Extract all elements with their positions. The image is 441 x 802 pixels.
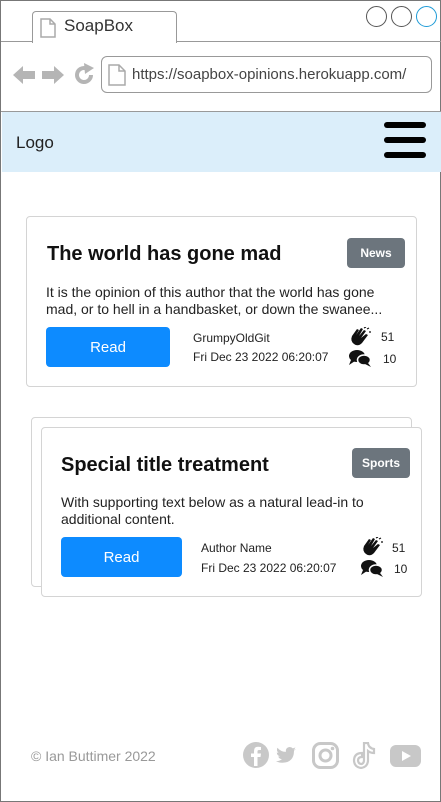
page-icon — [40, 18, 56, 38]
category-badge: News — [347, 238, 405, 268]
post-date: Fri Dec 23 2022 06:20:07 — [201, 561, 337, 575]
address-bar[interactable]: https://soapbox-opinions.herokuapp.com/ — [101, 56, 432, 93]
read-button[interactable]: Read — [61, 537, 182, 577]
instagram-icon[interactable] — [312, 742, 339, 769]
browser-nav-bar: https://soapbox-opinions.herokuapp.com/ — [1, 42, 441, 112]
logo[interactable]: Logo — [16, 133, 54, 153]
reload-icon[interactable] — [72, 63, 96, 87]
clap-count: 51 — [381, 330, 395, 344]
tab-title: SoapBox — [64, 16, 133, 35]
comments-icon[interactable] — [361, 559, 383, 577]
maximize-button[interactable] — [391, 6, 412, 27]
facebook-icon[interactable] — [243, 742, 269, 768]
browser-window: SoapBox https://soapbox-opinions.herokua… — [0, 0, 441, 802]
post-title: Special title treatment — [61, 454, 269, 476]
copyright-text: © Ian Buttimer 2022 — [31, 748, 156, 764]
comments-icon[interactable] — [349, 349, 371, 367]
clap-icon[interactable] — [361, 537, 383, 557]
browser-tab-bar: SoapBox — [1, 1, 441, 43]
comment-count: 10 — [394, 562, 408, 576]
page-icon — [108, 64, 126, 86]
post-author: GrumpyOldGit — [193, 331, 270, 345]
minimize-button[interactable] — [366, 6, 387, 27]
post-excerpt: It is the opinion of this author that th… — [46, 284, 383, 317]
tiktok-icon[interactable] — [352, 742, 376, 769]
site-header: Logo — [2, 112, 441, 172]
post-card: The world has gone mad News It is the op… — [26, 216, 417, 387]
url-text: https://soapbox-opinions.herokuapp.com/ — [132, 66, 407, 83]
browser-tab[interactable]: SoapBox — [32, 11, 177, 43]
post-title: The world has gone mad — [47, 243, 282, 265]
close-button[interactable] — [416, 6, 437, 27]
post-card: Special title treatment Sports With supp… — [41, 427, 422, 597]
post-author: Author Name — [201, 541, 272, 555]
comment-count: 10 — [383, 352, 397, 366]
back-arrow-icon[interactable] — [12, 64, 36, 86]
post-date: Fri Dec 23 2022 06:20:07 — [193, 350, 329, 364]
clap-count: 51 — [392, 541, 406, 555]
twitter-icon[interactable] — [276, 747, 296, 764]
forward-arrow-icon[interactable] — [41, 64, 65, 86]
youtube-icon[interactable] — [390, 745, 421, 767]
post-excerpt: With supporting text below as a natural … — [61, 494, 364, 527]
clap-icon[interactable] — [349, 327, 371, 347]
category-badge: Sports — [352, 448, 410, 478]
menu-icon[interactable] — [384, 121, 426, 163]
read-button[interactable]: Read — [46, 327, 170, 367]
